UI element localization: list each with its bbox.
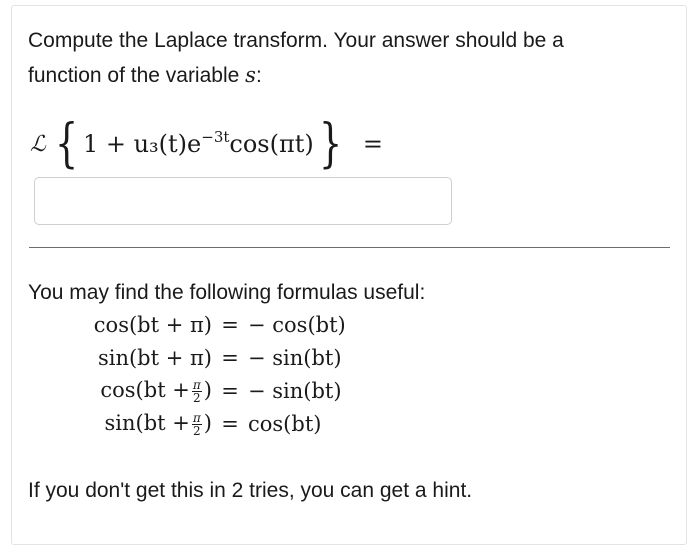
- left-brace: {: [54, 114, 78, 174]
- formula-row: sin(bt + π) = − sin(bt): [84, 341, 346, 374]
- formula-lhs-pre: cos(bt +: [100, 377, 190, 402]
- expression-tail: cos(πt): [229, 130, 314, 158]
- formula-equals: =: [221, 378, 239, 403]
- divider: [29, 247, 670, 248]
- fraction-numerator: π: [191, 410, 202, 425]
- formula-lhs: sin(bt + π 2): [84, 411, 212, 437]
- formula-row: cos(bt + π) = − cos(bt): [84, 308, 346, 341]
- prompt-line-1: Compute the Laplace transform. Your answ…: [28, 29, 564, 52]
- formula-rhs: − cos(bt): [248, 312, 346, 337]
- formula-lhs: sin(bt + π): [97, 345, 212, 370]
- formula-equals: =: [221, 345, 239, 370]
- fraction: π2: [191, 377, 202, 405]
- formulas-intro: You may find the following formulas usef…: [28, 281, 426, 304]
- hint-text: If you don't get this in 2 tries, you ca…: [28, 479, 473, 502]
- equals-sign: =: [362, 130, 383, 158]
- formula-lhs: cos(bt + π 2): [84, 378, 212, 404]
- fraction-denominator: 2: [193, 423, 201, 438]
- laplace-expression: ℒ { 1 + u₃(t)e −3t cos(πt) } =: [30, 112, 383, 176]
- formula-equals: =: [221, 312, 239, 337]
- variable-s: s: [245, 63, 256, 87]
- right-brace: }: [318, 114, 342, 174]
- expression-exponent: −3t: [201, 128, 230, 146]
- prompt-line-2-suffix: :: [255, 64, 262, 87]
- formula-lhs-post: ): [203, 377, 212, 402]
- answer-input[interactable]: [34, 177, 452, 225]
- formula-lhs-post: ): [203, 410, 212, 435]
- formula-table: cos(bt + π) = − cos(bt) sin(bt + π) = − …: [84, 308, 346, 440]
- prompt-line-2-prefix: function of the variable: [28, 64, 240, 87]
- question-prompt: Compute the Laplace transform. Your answ…: [28, 24, 648, 93]
- fraction-numerator: π: [191, 377, 202, 392]
- expression-body: 1 + u₃(t)e −3t cos(πt): [82, 128, 314, 158]
- formula-lhs: cos(bt + π): [93, 312, 212, 337]
- formula-row: sin(bt + π 2) = cos(bt): [84, 407, 346, 440]
- formula-rhs: − sin(bt): [248, 378, 342, 403]
- expression-main: 1 + u₃(t)e: [82, 130, 202, 158]
- fraction-denominator: 2: [193, 390, 201, 405]
- formula-rhs: cos(bt): [248, 411, 322, 436]
- laplace-symbol: ℒ: [30, 131, 46, 157]
- prompt-line-2: function of the variable s:: [28, 58, 648, 93]
- fraction: π2: [191, 410, 202, 438]
- formula-lhs-pre: sin(bt +: [104, 410, 190, 435]
- formula-row: cos(bt + π 2) = − sin(bt): [84, 374, 346, 407]
- formula-equals: =: [221, 411, 239, 436]
- formula-rhs: − sin(bt): [248, 345, 342, 370]
